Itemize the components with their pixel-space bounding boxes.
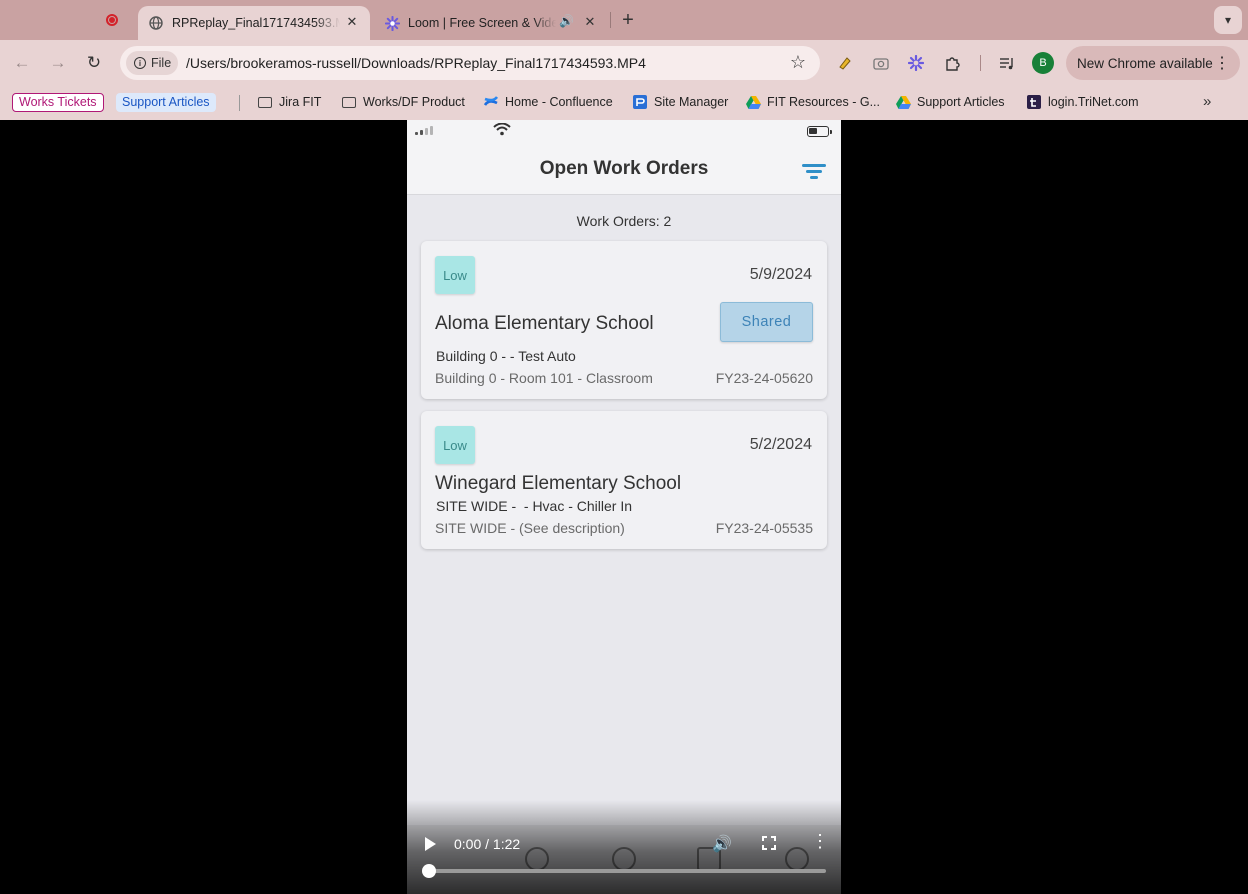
signal-icon — [415, 126, 433, 135]
video-time: 0:00 / 1:22 — [454, 836, 521, 852]
globe-icon — [148, 15, 164, 31]
work-order-date: 5/9/2024 — [749, 266, 812, 283]
bookmark-support-articles-drive[interactable]: Support Articles — [895, 92, 1005, 112]
address-bar[interactable]: i File /Users/brookeramos-russell/Downlo… — [120, 46, 820, 80]
work-order-summary: SITE WIDE - - Hvac - Chiller In — [436, 498, 633, 514]
speaker-icon[interactable]: 🔊 — [559, 14, 574, 28]
video-progress-thumb[interactable] — [422, 864, 436, 878]
battery-icon — [807, 126, 832, 137]
phone-status-bar — [407, 120, 841, 144]
work-order-card[interactable]: Low 5/9/2024 Aloma Elementary School Sha… — [421, 241, 827, 399]
video-progress-track[interactable] — [428, 869, 826, 873]
bookmark-label: login.TriNet.com — [1048, 95, 1139, 109]
play-icon[interactable] — [423, 836, 437, 852]
bookmarks-bar: Works Tickets Support Articles Jira FIT … — [0, 86, 1248, 120]
bookmark-label: Works Tickets — [12, 92, 104, 112]
fullscreen-icon[interactable] — [762, 836, 776, 850]
folder-icon — [341, 95, 357, 109]
work-order-location: Building 0 - Room 101 - Classroom — [435, 370, 653, 386]
phone-recording: Open Work Orders Work Orders: 2 Low 5/9/… — [407, 120, 841, 894]
bookmark-divider — [239, 95, 240, 111]
school-name: Aloma Elementary School — [435, 313, 654, 334]
close-tab-icon[interactable]: ✕ — [582, 14, 598, 30]
bookmark-fit-resources[interactable]: FIT Resources - G... — [745, 92, 880, 112]
folder-icon — [257, 95, 273, 109]
priority-badge: Low — [435, 256, 475, 294]
work-order-summary: Building 0 - - Test Auto — [436, 348, 576, 364]
bookmark-folder-jira-fit[interactable]: Jira FIT — [257, 92, 321, 112]
info-icon: i — [134, 57, 146, 69]
school-name: Winegard Elementary School — [435, 473, 682, 494]
scheme-label: File — [151, 56, 172, 70]
url-text[interactable]: /Users/brookeramos-russell/Downloads/RPR… — [186, 55, 646, 71]
browser-toolbar: ← → ↻ i File /Users/brookeramos-russell/… — [0, 40, 1248, 86]
bookmark-label: Home - Confluence — [505, 95, 613, 109]
wifi-icon — [493, 122, 511, 139]
tab-title: Loom | Free Screen & Video Recording — [408, 16, 556, 30]
bookmark-label: Support Articles — [116, 92, 216, 112]
highlighter-extension-icon[interactable] — [835, 53, 855, 73]
chrome-update-button[interactable]: New Chrome available ⋮ — [1066, 46, 1240, 80]
site-info-chip[interactable]: i File — [126, 51, 178, 75]
work-order-count: Work Orders: 2 — [576, 213, 672, 229]
bookmark-confluence[interactable]: Home - Confluence — [483, 92, 613, 112]
volume-icon[interactable]: 🔊 — [712, 834, 732, 854]
recording-indicator-icon[interactable] — [100, 9, 124, 31]
tab-loom[interactable]: Loom | Free Screen & Video Recording 🔊 ✕ — [374, 6, 608, 40]
bookmark-label: Support Articles — [917, 95, 1005, 109]
bookmark-star-icon[interactable]: ☆ — [790, 52, 806, 73]
bookmark-label: Site Manager — [654, 95, 729, 109]
priority-badge: Low — [435, 426, 475, 464]
more-bookmarks-icon[interactable]: » — [1203, 93, 1211, 110]
camera-extension-icon[interactable] — [871, 53, 891, 73]
close-tab-icon[interactable]: ✕ — [344, 14, 360, 30]
back-arrow-icon[interactable]: ← — [10, 51, 34, 75]
update-label: New Chrome available — [1077, 55, 1213, 71]
shared-badge[interactable]: Shared — [720, 302, 813, 342]
chevron-down-icon[interactable]: ▾ — [1214, 6, 1242, 34]
bookmark-support-articles[interactable]: Support Articles — [116, 92, 216, 112]
bookmark-label: Jira FIT — [279, 95, 322, 109]
bookmark-works-tickets[interactable]: Works Tickets — [12, 92, 104, 112]
reload-icon[interactable]: ↻ — [82, 51, 106, 75]
filter-icon[interactable] — [802, 162, 826, 180]
loom-extension-icon[interactable] — [906, 53, 926, 73]
tab-divider — [610, 12, 611, 28]
media-controls-icon[interactable] — [997, 53, 1017, 73]
google-drive-icon — [895, 95, 911, 109]
tab-title: RPReplay_Final1717434593.MP4 — [172, 16, 340, 30]
tab-strip: RPReplay_Final1717434593.MP4 ✕ Loom | Fr… — [0, 0, 1248, 40]
tab-video[interactable]: RPReplay_Final1717434593.MP4 ✕ — [138, 6, 370, 40]
bookmark-folder-works-df[interactable]: Works/DF Product — [341, 92, 465, 112]
work-order-date: 5/2/2024 — [749, 436, 812, 453]
app-header: Open Work Orders — [407, 144, 841, 195]
work-order-number: FY23-24-05535 — [715, 520, 813, 536]
kebab-menu-icon[interactable]: ⋮ — [1214, 53, 1230, 73]
forward-arrow-icon[interactable]: → — [46, 51, 70, 75]
video-player[interactable]: Open Work Orders Work Orders: 2 Low 5/9/… — [0, 120, 1248, 894]
work-order-location: SITE WIDE - (See description) — [435, 520, 625, 536]
trinet-icon — [1026, 95, 1042, 109]
page-title: Open Work Orders — [539, 158, 709, 179]
bookmark-label: Works/DF Product — [363, 95, 465, 109]
google-drive-icon — [745, 95, 761, 109]
profile-avatar[interactable]: B — [1032, 52, 1054, 74]
loom-icon — [384, 15, 400, 31]
toolbar-divider — [980, 55, 981, 71]
new-tab-plus-icon[interactable]: + — [617, 9, 639, 31]
bookmark-label: FIT Resources - G... — [767, 95, 880, 109]
site-manager-icon — [632, 95, 648, 109]
work-order-number: FY23-24-05620 — [715, 370, 813, 386]
puzzle-extensions-icon[interactable] — [943, 53, 963, 73]
bookmark-trinet[interactable]: login.TriNet.com — [1026, 92, 1139, 112]
video-more-options-icon[interactable]: ⋮ — [811, 832, 829, 850]
work-order-card[interactable]: Low 5/2/2024 Winegard Elementary School … — [421, 411, 827, 549]
bookmark-site-manager[interactable]: Site Manager — [632, 92, 728, 112]
confluence-icon — [483, 95, 499, 109]
